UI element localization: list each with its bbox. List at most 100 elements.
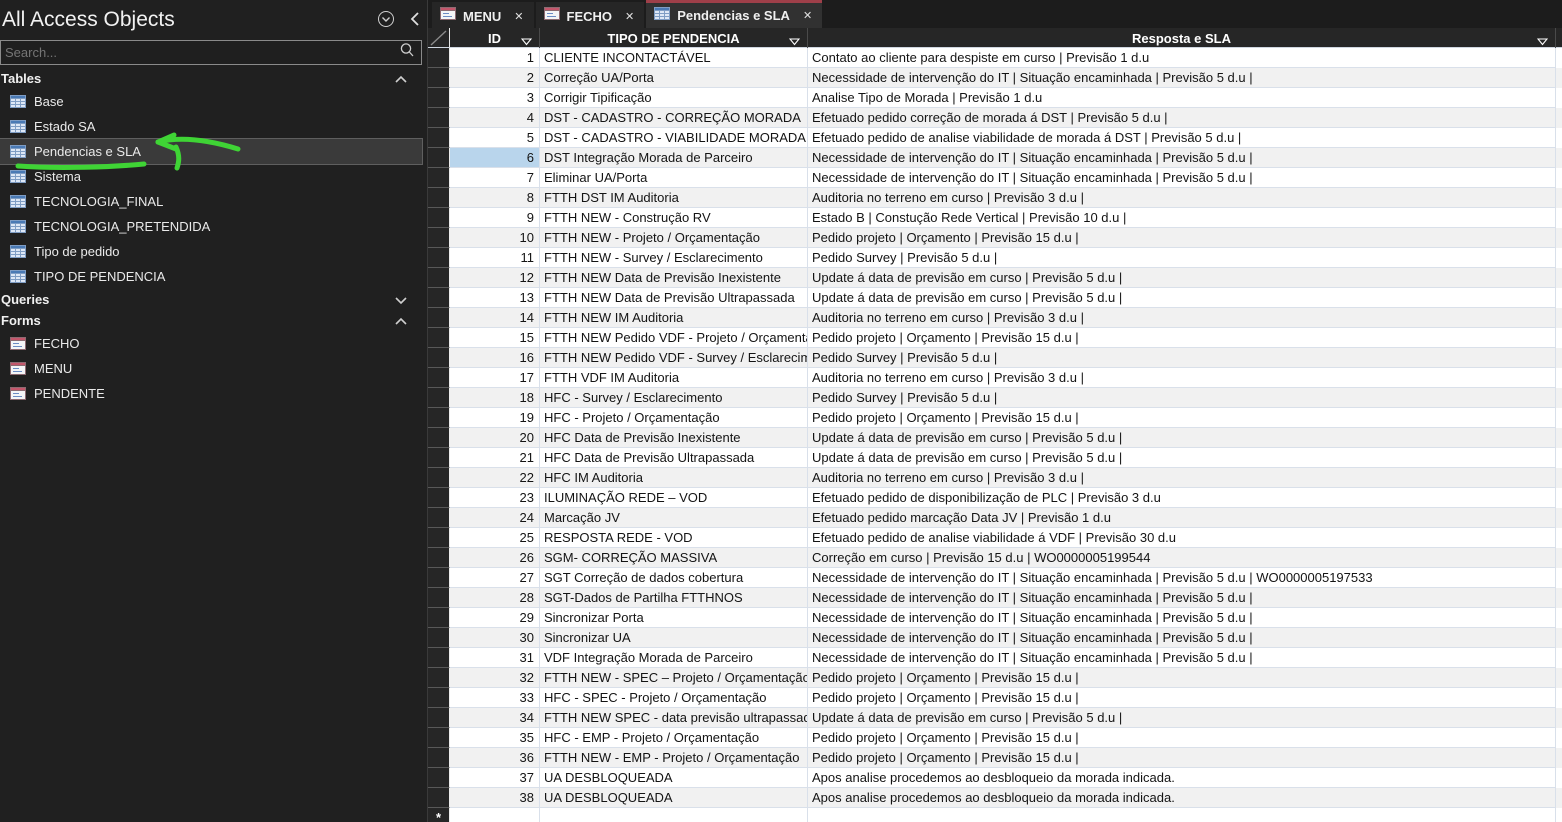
- cell-id[interactable]: 33: [450, 688, 540, 708]
- cell-resposta[interactable]: Update á data de previsão em curso | Pre…: [808, 428, 1556, 448]
- cell-resposta[interactable]: Update á data de previsão em curso | Pre…: [808, 708, 1556, 728]
- cell-id[interactable]: 25: [450, 528, 540, 548]
- sidebar-group-forms[interactable]: Forms: [0, 310, 428, 331]
- cell-resposta[interactable]: Update á data de previsão em curso | Pre…: [808, 268, 1556, 288]
- cell-resposta[interactable]: Update á data de previsão em curso | Pre…: [808, 288, 1556, 308]
- row-selector[interactable]: [428, 348, 450, 368]
- sidebar-item-base[interactable]: Base: [0, 89, 428, 114]
- cell-resposta[interactable]: Auditoria no terreno em curso | Previsão…: [808, 308, 1556, 328]
- cell-tipo[interactable]: VDF Integração Morada de Parceiro: [540, 648, 808, 668]
- column-header-resposta[interactable]: Resposta e SLA: [808, 28, 1556, 48]
- cell-id[interactable]: 16: [450, 348, 540, 368]
- cell-tipo[interactable]: Marcação JV: [540, 508, 808, 528]
- row-selector[interactable]: [428, 288, 450, 308]
- cell-tipo[interactable]: CLIENTE INCONTACTÁVEL: [540, 48, 808, 68]
- row-selector[interactable]: [428, 368, 450, 388]
- cell-tipo[interactable]: HFC Data de Previsão Inexistente: [540, 428, 808, 448]
- cell-resposta[interactable]: Efetuado pedido de disponibilização de P…: [808, 488, 1556, 508]
- cell-id[interactable]: 9: [450, 208, 540, 228]
- cell-tipo[interactable]: DST - CADASTRO - CORREÇÃO MORADA: [540, 108, 808, 128]
- cell-resposta[interactable]: Pedido projeto | Orçamento | Previsão 15…: [808, 688, 1556, 708]
- sidebar-item-estado-sa[interactable]: Estado SA: [0, 114, 428, 139]
- cell-tipo[interactable]: Sincronizar Porta: [540, 608, 808, 628]
- new-record-selector[interactable]: *: [428, 808, 450, 822]
- cell-resposta[interactable]: Necessidade de intervenção do IT | Situa…: [808, 168, 1556, 188]
- cell-resposta[interactable]: Efetuado pedido de analise viabilidade á…: [808, 528, 1556, 548]
- cell-resposta[interactable]: Update á data de previsão em curso | Pre…: [808, 448, 1556, 468]
- cell-id[interactable]: 30: [450, 628, 540, 648]
- cell-tipo[interactable]: Sincronizar UA: [540, 628, 808, 648]
- cell-id[interactable]: 20: [450, 428, 540, 448]
- row-selector[interactable]: [428, 328, 450, 348]
- cell-tipo[interactable]: HFC - Survey / Esclarecimento: [540, 388, 808, 408]
- cell-id[interactable]: 8: [450, 188, 540, 208]
- cell-resposta[interactable]: Necessidade de intervenção do IT | Situa…: [808, 148, 1556, 168]
- row-selector[interactable]: [428, 188, 450, 208]
- tab-pendencias-e-sla[interactable]: Pendencias e SLA✕: [646, 0, 822, 28]
- cell-tipo[interactable]: [540, 808, 808, 822]
- cell-id[interactable]: 22: [450, 468, 540, 488]
- sidebar-item-tipo-de-pedido[interactable]: Tipo de pedido: [0, 239, 428, 264]
- chevron-up-icon[interactable]: [394, 72, 408, 90]
- cell-resposta[interactable]: Pedido Survey | Previsão 5 d.u |: [808, 388, 1556, 408]
- cell-resposta[interactable]: Auditoria no terreno em curso | Previsão…: [808, 188, 1556, 208]
- cell-id[interactable]: 5: [450, 128, 540, 148]
- row-selector[interactable]: [428, 228, 450, 248]
- cell-resposta[interactable]: Auditoria no terreno em curso | Previsão…: [808, 368, 1556, 388]
- cell-id[interactable]: 27: [450, 568, 540, 588]
- cell-resposta[interactable]: Pedido Survey | Previsão 5 d.u |: [808, 248, 1556, 268]
- cell-tipo[interactable]: SGT Correção de dados cobertura: [540, 568, 808, 588]
- cell-tipo[interactable]: HFC - SPEC - Projeto / Orçamentação: [540, 688, 808, 708]
- row-selector[interactable]: [428, 208, 450, 228]
- cell-id[interactable]: 12: [450, 268, 540, 288]
- search-icon[interactable]: [399, 42, 415, 63]
- cell-id[interactable]: 17: [450, 368, 540, 388]
- cell-tipo[interactable]: ILUMINAÇÃO REDE – VOD: [540, 488, 808, 508]
- sidebar-item-tipo-de-pendencia[interactable]: TIPO DE PENDENCIA: [0, 264, 428, 289]
- cell-id[interactable]: 2: [450, 68, 540, 88]
- close-icon[interactable]: ✕: [625, 10, 634, 23]
- row-selector[interactable]: [428, 428, 450, 448]
- chevron-up-icon[interactable]: [394, 314, 408, 332]
- cell-resposta[interactable]: Necessidade de intervenção do IT | Situa…: [808, 568, 1556, 588]
- row-selector[interactable]: [428, 448, 450, 468]
- cell-tipo[interactable]: HFC - Projeto / Orçamentação: [540, 408, 808, 428]
- cell-tipo[interactable]: FTTH NEW - Survey / Esclarecimento: [540, 248, 808, 268]
- close-icon[interactable]: ✕: [803, 9, 812, 22]
- row-selector[interactable]: [428, 548, 450, 568]
- cell-resposta[interactable]: Necessidade de intervenção do IT | Situa…: [808, 68, 1556, 88]
- cell-tipo[interactable]: HFC - EMP - Projeto / Orçamentação: [540, 728, 808, 748]
- cell-id[interactable]: 10: [450, 228, 540, 248]
- cell-id[interactable]: 15: [450, 328, 540, 348]
- pane-menu-dropdown-icon[interactable]: [377, 10, 395, 33]
- row-selector[interactable]: [428, 88, 450, 108]
- cell-id[interactable]: 21: [450, 448, 540, 468]
- cell-tipo[interactable]: FTTH NEW Data de Previsão Ultrapassada: [540, 288, 808, 308]
- cell-id[interactable]: 36: [450, 748, 540, 768]
- sidebar-item-fecho[interactable]: FECHO: [0, 331, 428, 356]
- filter-dropdown-icon[interactable]: [521, 34, 532, 49]
- row-selector[interactable]: [428, 648, 450, 668]
- cell-tipo[interactable]: FTTH NEW - Projeto / Orçamentação: [540, 228, 808, 248]
- shutter-bar-collapse-icon[interactable]: [409, 11, 420, 32]
- row-selector[interactable]: [428, 708, 450, 728]
- cell-resposta[interactable]: Necessidade de intervenção do IT | Situa…: [808, 628, 1556, 648]
- cell-tipo[interactable]: Eliminar UA/Porta: [540, 168, 808, 188]
- cell-id[interactable]: 29: [450, 608, 540, 628]
- row-selector[interactable]: [428, 388, 450, 408]
- cell-resposta[interactable]: Necessidade de intervenção do IT | Situa…: [808, 608, 1556, 628]
- row-selector[interactable]: [428, 668, 450, 688]
- cell-tipo[interactable]: UA DESBLOQUEADA: [540, 788, 808, 808]
- cell-resposta[interactable]: Apos analise procedemos ao desbloqueio d…: [808, 788, 1556, 808]
- row-selector[interactable]: [428, 568, 450, 588]
- cell-tipo[interactable]: HFC IM Auditoria: [540, 468, 808, 488]
- tab-fecho[interactable]: FECHO✕: [536, 2, 645, 28]
- row-selector[interactable]: [428, 128, 450, 148]
- sidebar-item-menu[interactable]: MENU: [0, 356, 428, 381]
- cell-id[interactable]: 14: [450, 308, 540, 328]
- tab-menu[interactable]: MENU✕: [432, 2, 534, 28]
- cell-resposta[interactable]: Pedido Survey | Previsão 5 d.u |: [808, 348, 1556, 368]
- row-selector[interactable]: [428, 488, 450, 508]
- column-header-tipo[interactable]: TIPO DE PENDENCIA: [540, 28, 808, 48]
- cell-id[interactable]: 32: [450, 668, 540, 688]
